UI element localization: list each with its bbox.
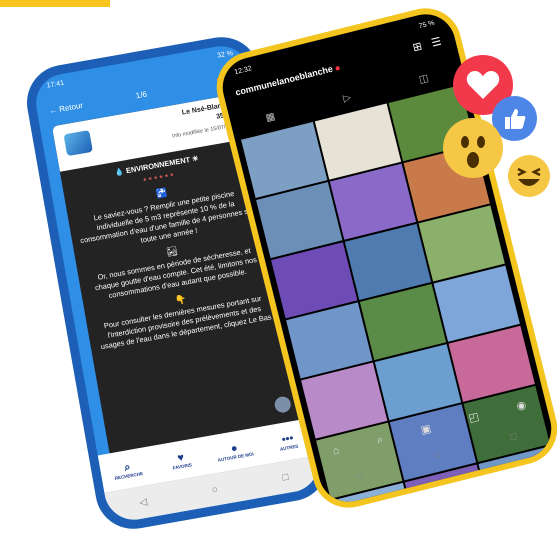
status-time: 12:32 — [233, 65, 253, 77]
nav-favoris[interactable]: ♥ FAVORIS — [158, 448, 204, 472]
wow-icon — [443, 118, 503, 178]
avatar-icon[interactable]: ◉ — [515, 397, 527, 412]
home-icon[interactable]: ○ — [211, 484, 219, 496]
nav-label: RECHERCHE — [114, 470, 144, 481]
grid-tab-icon[interactable]: ▦ — [264, 111, 276, 124]
status-time: 17:41 — [46, 79, 65, 90]
reels-tab-icon[interactable]: ▷ — [342, 92, 352, 105]
back-button[interactable]: ← Retour — [48, 101, 83, 116]
back-label: Retour — [58, 100, 84, 114]
page-indicator: 1/6 — [135, 89, 148, 101]
reels-icon[interactable]: ▣ — [419, 421, 432, 436]
menu-icon[interactable]: ☰ — [430, 35, 442, 50]
home-icon[interactable]: ○ — [433, 450, 442, 462]
recents-icon[interactable]: □ — [509, 431, 518, 443]
battery-level: 75 % — [418, 19, 436, 31]
nav-recherche[interactable]: ⌕ RECHERCHE — [105, 457, 151, 481]
home-icon[interactable]: ⌂ — [331, 444, 340, 457]
back-icon[interactable]: ◁ — [355, 469, 365, 482]
header-icons: ⊞ ☰ — [411, 35, 443, 55]
nav-autour[interactable]: ● AUTOUR DE MOI — [211, 438, 257, 462]
tagged-tab-icon[interactable]: ◫ — [418, 72, 430, 85]
search-icon[interactable]: ⌕ — [375, 433, 384, 447]
shop-icon[interactable]: ◰ — [467, 409, 480, 424]
haha-icon — [508, 155, 550, 197]
corner-accent — [0, 0, 110, 7]
nav-label: FAVORIS — [172, 461, 193, 471]
add-icon[interactable]: ⊞ — [411, 39, 424, 54]
commune-logo — [63, 130, 93, 157]
notification-dot — [335, 65, 341, 71]
back-icon[interactable]: ◁ — [139, 496, 148, 508]
recents-icon[interactable]: □ — [282, 471, 290, 483]
